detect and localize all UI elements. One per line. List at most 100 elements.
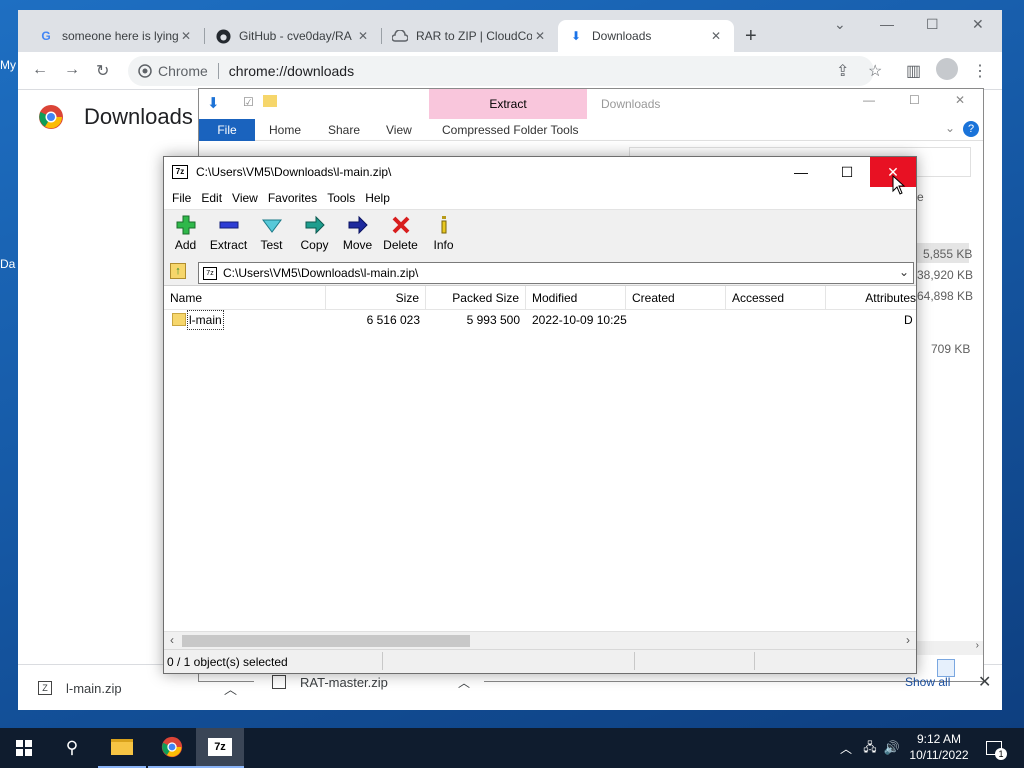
menu-file[interactable]: File bbox=[172, 191, 191, 205]
column-header-name[interactable]: Name bbox=[164, 286, 326, 310]
maximize-icon[interactable]: ☐ bbox=[824, 157, 870, 187]
menu-icon[interactable]: ⋮ bbox=[972, 61, 988, 81]
chevron-down-icon[interactable]: ⌄ bbox=[899, 265, 909, 279]
secure-label: Chrome bbox=[158, 63, 219, 79]
tab-cloudconvert[interactable]: RAR to ZIP | CloudCo ✕ bbox=[382, 20, 558, 52]
minimize-icon[interactable]: — bbox=[778, 157, 824, 187]
close-window-icon[interactable]: ✕ bbox=[972, 16, 984, 33]
ribbon-tab-compressed[interactable]: Compressed Folder Tools bbox=[442, 123, 579, 137]
chevron-up-icon[interactable]: ︿ bbox=[458, 674, 470, 691]
close-icon[interactable]: ✕ bbox=[355, 29, 371, 43]
chevron-down-icon[interactable]: ⌄ bbox=[945, 121, 955, 135]
notification-icon[interactable]: 1 bbox=[982, 728, 1007, 768]
ribbon-tab-share[interactable]: Share bbox=[328, 123, 360, 137]
close-icon[interactable]: ✕ bbox=[708, 29, 724, 43]
tab-search-icon[interactable]: ⌄ bbox=[834, 16, 846, 33]
horizontal-scrollbar[interactable]: ‹ › bbox=[164, 631, 916, 649]
desktop-icon-label[interactable]: Da bbox=[0, 257, 15, 271]
path-field[interactable]: 7z C:\Users\VM5\Downloads\l-main.zip\ ⌄ bbox=[198, 262, 914, 284]
tab-downloads[interactable]: ⬇ Downloads ✕ bbox=[558, 20, 734, 52]
file-explorer-icon[interactable] bbox=[98, 728, 146, 768]
close-icon[interactable]: ✕ bbox=[532, 29, 548, 43]
side-panel-icon[interactable]: ▥ bbox=[906, 61, 921, 81]
context-tab-extract[interactable]: Extract bbox=[429, 89, 587, 119]
profile-avatar-icon[interactable] bbox=[936, 58, 958, 80]
zip-file-icon: Z bbox=[38, 681, 52, 695]
column-header-attributes[interactable]: Attributes bbox=[826, 286, 916, 310]
ribbon-tab-home[interactable]: Home bbox=[269, 123, 301, 137]
column-fragment: e bbox=[917, 190, 924, 204]
file-name[interactable]: l-main bbox=[187, 310, 224, 330]
date: 10/11/2022 bbox=[909, 748, 969, 762]
tab-github[interactable]: GitHub - cve0day/RA ✕ bbox=[205, 20, 381, 52]
column-header-packed[interactable]: Packed Size bbox=[426, 286, 526, 310]
clock[interactable]: 9:12 AM 10/11/2022 bbox=[903, 731, 975, 763]
minimize-icon[interactable]: — bbox=[880, 16, 894, 32]
scroll-right-icon[interactable]: › bbox=[906, 633, 910, 647]
search-icon[interactable]: ⚲ bbox=[48, 728, 96, 768]
explorer-title: Downloads bbox=[601, 97, 661, 111]
add-button[interactable]: Add bbox=[164, 212, 207, 252]
share-icon[interactable]: ⇪ bbox=[836, 61, 849, 81]
tab-search[interactable]: G someone here is lying ✕ bbox=[28, 20, 204, 52]
minimize-icon[interactable]: — bbox=[863, 93, 875, 107]
file-list: Name Size Packed Size Modified Created A… bbox=[164, 285, 916, 631]
address-bar[interactable]: Chrome chrome://downloads bbox=[128, 56, 874, 86]
help-icon[interactable]: ? bbox=[963, 121, 979, 137]
maximize-icon[interactable]: ☐ bbox=[926, 16, 939, 33]
menu-edit[interactable]: Edit bbox=[201, 191, 222, 205]
delete-button[interactable]: Delete bbox=[379, 212, 422, 252]
new-tab-button[interactable]: + bbox=[745, 25, 757, 48]
tiles-view-icon[interactable] bbox=[961, 659, 979, 677]
table-row[interactable]: l-main 6 516 023 5 993 500 2022-10-09 10… bbox=[164, 310, 916, 330]
info-icon bbox=[441, 216, 446, 234]
volume-icon[interactable]: 🔊 bbox=[882, 728, 902, 768]
test-button[interactable]: Test bbox=[250, 212, 293, 252]
page-title: Downloads bbox=[84, 104, 193, 129]
column-header-modified[interactable]: Modified bbox=[526, 286, 626, 310]
delete-x-icon bbox=[392, 216, 409, 234]
url-text[interactable]: chrome://downloads bbox=[229, 63, 354, 79]
menu-help[interactable]: Help bbox=[365, 191, 390, 205]
horizontal-scrollbar[interactable]: › bbox=[915, 640, 983, 655]
bookmark-star-icon[interactable]: ☆ bbox=[868, 61, 882, 81]
download-icon: ⬇ bbox=[570, 29, 582, 43]
explorer-titlebar: ⬇ ☑ Extract Downloads — ☐ ✕ bbox=[199, 89, 983, 119]
close-icon[interactable]: ✕ bbox=[955, 93, 965, 107]
7zip-taskbar-icon[interactable]: 7z bbox=[196, 728, 244, 768]
back-icon[interactable]: ← bbox=[32, 61, 48, 79]
forward-icon[interactable]: → bbox=[64, 61, 80, 79]
extract-button[interactable]: Extract bbox=[207, 212, 250, 252]
scroll-thumb[interactable] bbox=[182, 635, 470, 647]
ribbon-tab-view[interactable]: View bbox=[386, 123, 412, 137]
menu-tools[interactable]: Tools bbox=[327, 191, 355, 205]
column-header-size[interactable]: Size bbox=[326, 286, 426, 310]
copy-button[interactable]: Copy bbox=[293, 212, 336, 252]
show-all-button[interactable]: Show all bbox=[905, 675, 950, 689]
move-button[interactable]: Move bbox=[336, 212, 379, 252]
windows-start-icon[interactable] bbox=[0, 728, 48, 768]
column-header-created[interactable]: Created bbox=[626, 286, 726, 310]
archive-icon: 7z bbox=[203, 266, 217, 280]
scroll-left-icon[interactable]: ‹ bbox=[170, 633, 174, 647]
close-icon[interactable]: ✕ bbox=[178, 29, 194, 43]
modified-date: 2022-10-09 10:25 bbox=[532, 313, 627, 327]
desktop-icon-label[interactable]: My bbox=[0, 58, 16, 72]
network-icon[interactable]: 🖧 bbox=[860, 728, 880, 768]
properties-icon[interactable]: ☑ bbox=[243, 95, 254, 109]
info-button[interactable]: Info bbox=[422, 212, 465, 252]
reload-icon[interactable]: ↻ bbox=[96, 61, 109, 81]
menu-view[interactable]: View bbox=[232, 191, 258, 205]
folder-up-icon[interactable]: ↑ bbox=[170, 263, 186, 279]
column-header-accessed[interactable]: Accessed bbox=[726, 286, 826, 310]
chevron-up-icon[interactable]: ︿ bbox=[836, 728, 856, 768]
ribbon-tab-file[interactable]: File bbox=[199, 119, 255, 141]
file-size: 64,898 KB bbox=[917, 289, 974, 303]
window-title: C:\Users\VM5\Downloads\l-main.zip\ bbox=[196, 165, 392, 179]
menu-favorites[interactable]: Favorites bbox=[268, 191, 317, 205]
browser-toolbar: ← → ↻ Chrome chrome://downloads ⇪ ☆ ▥ ⋮ bbox=[18, 52, 1002, 90]
maximize-icon[interactable]: ☐ bbox=[909, 93, 920, 107]
copy-arrow-icon bbox=[305, 215, 325, 235]
chrome-taskbar-icon[interactable] bbox=[148, 728, 196, 768]
close-shelf-icon[interactable]: ✕ bbox=[978, 672, 991, 692]
